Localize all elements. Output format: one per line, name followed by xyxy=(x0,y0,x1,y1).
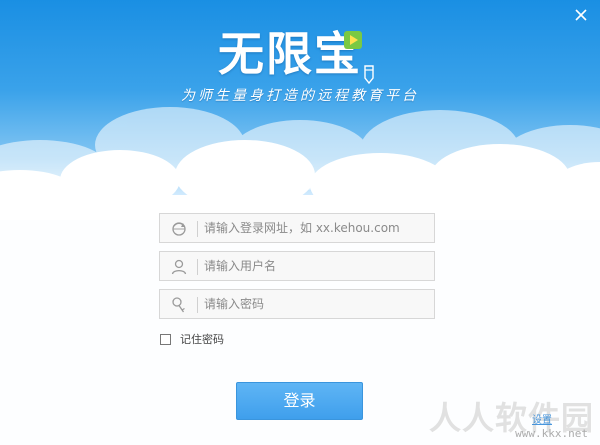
app-title: 无限宝 xyxy=(218,27,362,81)
username-input[interactable] xyxy=(204,255,430,277)
field-divider xyxy=(197,221,198,237)
url-input[interactable] xyxy=(204,217,430,239)
pencil-icon xyxy=(364,65,374,84)
play-icon xyxy=(344,31,362,49)
password-input[interactable] xyxy=(204,293,430,315)
settings-link[interactable]: 设置 xyxy=(532,411,552,426)
close-button[interactable] xyxy=(572,6,590,24)
globe-refresh-icon xyxy=(172,222,186,236)
password-field[interactable] xyxy=(159,289,435,319)
app-slogan: 为师生量身打造的远程教育平台 xyxy=(181,88,419,104)
username-field[interactable] xyxy=(159,251,435,281)
watermark-url: www.kkx.net xyxy=(515,427,588,440)
url-field[interactable] xyxy=(159,213,435,243)
remember-checkbox[interactable] xyxy=(160,333,171,345)
login-button[interactable]: 登录 xyxy=(236,382,363,420)
close-icon xyxy=(575,9,587,21)
field-divider xyxy=(197,259,198,275)
remember-label: 记住密码 xyxy=(180,333,224,346)
key-icon xyxy=(172,297,185,313)
cloud-decoration xyxy=(0,107,600,220)
user-icon xyxy=(171,259,187,275)
login-window: 无限宝 为师生量身打造的远程教育平台 请输入登录网址，如 xx.kehou.co… xyxy=(0,0,600,445)
remember-password[interactable]: 记住密码 xyxy=(160,331,224,347)
app-logo: 无限宝 xyxy=(200,18,400,88)
field-divider xyxy=(197,297,198,313)
watermark: 人人软件园 设置 www.kkx.net xyxy=(384,393,594,443)
